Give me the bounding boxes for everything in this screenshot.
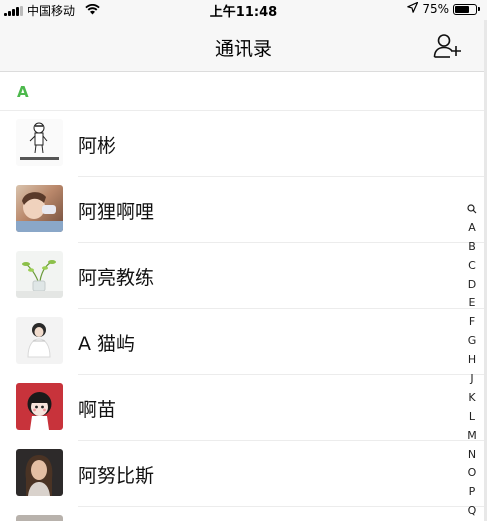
index-letter-d[interactable]: D [468,276,476,295]
battery-percent: 75% [422,2,449,16]
add-contact-icon[interactable] [433,32,463,60]
section-header: A [0,73,487,111]
index-letter-c[interactable]: C [468,257,476,276]
contact-row[interactable]: 阿狸啊哩 [0,177,487,243]
index-letter-q[interactable]: Q [468,502,477,521]
index-letter-e[interactable]: E [469,294,476,313]
index-letter-g[interactable]: G [468,332,477,351]
partial-avatar [16,515,63,521]
index-letter-a[interactable]: A [468,219,476,238]
battery-fill [455,5,470,13]
contact-row-partial[interactable] [0,507,487,521]
child-photo-avatar [16,185,63,232]
battery-icon [453,3,480,15]
index-letter-f[interactable]: F [469,313,475,332]
status-right: 75% [407,1,480,16]
plant-vase-avatar [16,251,63,298]
status-bar: 中国移动 上午11:48 75% [0,0,487,20]
search-icon[interactable] [467,200,477,219]
section-letter: A [17,83,29,101]
contact-name: 阿努比斯 [78,465,155,487]
index-letter-j[interactable]: J [470,370,473,389]
contact-row[interactable]: 阿彬 [0,111,487,177]
location-arrow-icon [407,1,419,16]
sketch-figure-avatar [16,119,63,166]
girl-portrait-avatar [16,317,63,364]
cartoon-girl-avatar [16,383,63,430]
alphabet-index: ABCDEFGHJKLMNOPQ [465,200,479,521]
contact-name: 阿彬 [78,135,117,157]
nav-bar: 通讯录 [0,20,487,72]
contact-name: 啊苗 [78,399,117,421]
index-letter-h[interactable]: H [468,351,476,370]
index-letter-o[interactable]: O [468,464,477,483]
woman-portrait-avatar [16,449,63,496]
contact-name: 阿亮教练 [78,267,155,289]
contact-row[interactable]: A 猫屿 [0,309,487,375]
contact-row[interactable]: 啊苗 [0,375,487,441]
index-letter-l[interactable]: L [469,408,475,427]
page-title: 通讯录 [214,38,272,60]
contact-name: A 猫屿 [78,333,136,355]
index-letter-k[interactable]: K [468,389,475,408]
index-letter-n[interactable]: N [468,446,476,465]
index-letter-p[interactable]: P [469,483,476,502]
contact-row[interactable]: 阿亮教练 [0,243,487,309]
contact-name: 阿狸啊哩 [78,201,155,223]
index-letter-m[interactable]: M [467,427,477,446]
index-letter-b[interactable]: B [468,238,476,257]
contact-row[interactable]: 阿努比斯 [0,441,487,507]
